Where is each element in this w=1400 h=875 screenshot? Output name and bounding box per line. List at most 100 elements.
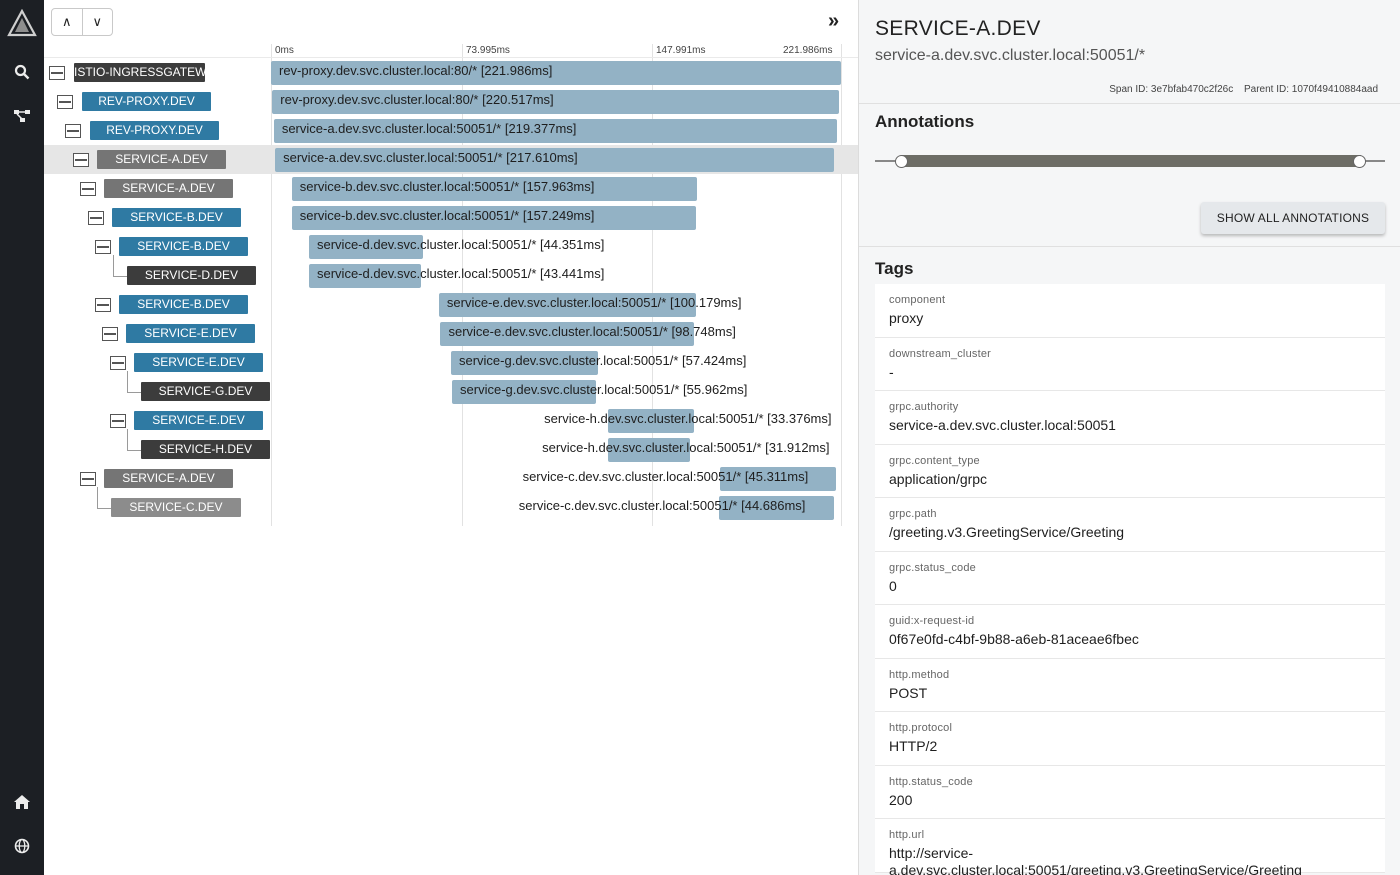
span-row[interactable]: SERVICE-A.DEV service-c.dev.svc.cluster.l… [44,464,858,493]
tag-key: component [889,294,946,306]
span-row[interactable]: SERVICE-D.DEV service-d.dev.svc.cluster.l… [44,255,858,290]
tag-key: http.protocol [889,722,953,734]
span-service-title: SERVICE-A.DEV [875,17,1041,40]
service-name-badge[interactable]: REV-PROXY.DEV [82,92,211,111]
globe-icon[interactable] [0,834,44,858]
span-navigation: ∧ ∨ [51,8,113,36]
service-name-badge[interactable]: SERVICE-D.DEV [127,266,256,285]
span-row[interactable]: SERVICE-A.DEV service-b.dev.svc.cluster.l… [44,174,858,203]
span-label: service-b.dev.svc.cluster.local:50051/* … [299,208,595,223]
tag-value: /greeting.v3.GreetingService/Greeting [889,524,1125,540]
span-row[interactable]: ISTIO-INGRESSGATEWAY rev-proxy.dev.svc.cl… [44,58,858,87]
service-name-badge[interactable]: REV-PROXY.DEV [90,121,219,140]
span-row[interactable]: SERVICE-B.DEV service-d.dev.svc.cluster.l… [44,232,858,261]
span-label: service-h.dev.svc.cluster.local:50051/* … [542,440,830,455]
span-row[interactable]: SERVICE-G.DEV service-g.dev.svc.cluster.l… [44,371,858,406]
service-name-badge[interactable]: SERVICE-A.DEV [104,469,233,488]
span-row[interactable]: SERVICE-H.DEV service-h.dev.svc.cluster.l… [44,429,858,464]
show-all-annotations-button[interactable]: SHOW ALL ANNOTATIONS [1201,202,1385,234]
topology-icon[interactable] [0,104,44,128]
service-name-badge[interactable]: SERVICE-H.DEV [141,440,270,459]
collapse-toggle-icon[interactable] [95,298,111,312]
span-row[interactable]: SERVICE-E.DEV service-g.dev.svc.cluster.l… [44,348,858,377]
tags-heading: Tags [875,259,914,278]
tag-key: guid:x-request-id [889,615,975,627]
annotation-timeline-range [901,155,1361,167]
span-row[interactable]: SERVICE-A.DEV service-a.dev.svc.cluster.l… [44,145,858,174]
tag-key: http.status_code [889,775,973,788]
divider [859,246,1400,247]
collapse-toggle-icon[interactable] [73,153,89,167]
service-name-badge[interactable]: SERVICE-E.DEV [134,411,263,430]
tag-item: grpc.content_type application/grpc [875,444,1385,498]
tree-connector [127,450,141,451]
tag-key: grpc.path [889,508,937,520]
tag-value: service-a.dev.svc.cluster.local:50051 [889,417,1116,433]
span-label: service-h.dev.svc.cluster.local:50051/* … [544,411,832,426]
span-label: rev-proxy.dev.svc.cluster.local:80/* [22… [280,92,554,107]
collapse-details-button[interactable]: » [828,11,839,31]
tag-item: guid:x-request-id 0f67e0fd-c4bf-9b88-a6eb… [875,605,1385,659]
tree-connector [97,508,111,509]
tag-value: application/grpc [889,470,988,487]
service-name-badge[interactable]: SERVICE-E.DEV [126,324,255,343]
service-name-badge[interactable]: SERVICE-B.DEV [119,237,248,256]
collapse-toggle-icon[interactable] [102,327,118,341]
tag-value: 200 [889,791,913,808]
service-name-badge[interactable]: SERVICE-B.DEV [119,295,248,314]
service-name-badge[interactable]: SERVICE-C.DEV [111,498,241,517]
span-label: service-a.dev.svc.cluster.local:50051/* … [283,150,578,165]
span-row[interactable]: SERVICE-B.DEV service-e.dev.svc.cluster.l… [44,290,858,319]
annotations-heading: Annotations [875,112,975,131]
span-row[interactable]: SERVICE-B.DEV service-b.dev.svc.cluster.l… [44,203,858,232]
span-label: service-d.dev.svc.cluster.local:50051/* … [317,266,605,281]
service-name-badge[interactable]: SERVICE-A.DEV [104,179,233,198]
tag-value: HTTP/2 [889,738,938,754]
service-name-badge[interactable]: SERVICE-E.DEV [134,353,263,372]
logo-icon[interactable] [0,8,44,40]
next-span-button[interactable]: ∨ [81,9,113,35]
side-rail [0,0,44,875]
tree-connector [113,255,114,276]
collapse-toggle-icon[interactable] [65,124,81,138]
span-row[interactable]: SERVICE-E.DEV service-h.dev.svc.cluster.l… [44,406,858,435]
span-label: service-d.dev.svc.cluster.local:50051/* … [317,237,605,252]
span-row[interactable]: SERVICE-C.DEV service-c.dev.svc.cluster.l… [44,487,858,522]
tag-key: downstream_cluster [889,347,992,360]
span-row[interactable]: REV-PROXY.DEV rev-proxy.dev.svc.cluster.l… [44,87,858,116]
service-name-badge[interactable]: SERVICE-B.DEV [112,208,241,227]
tag-key: grpc.content_type [889,454,980,467]
span-name: service-a.dev.svc.cluster.local:50051/* [875,47,1146,64]
tree-connector [127,429,128,450]
span-row[interactable]: SERVICE-E.DEV service-e.dev.svc.cluster.l… [44,319,858,348]
tag-item: downstream_cluster - [875,337,1385,391]
collapse-toggle-icon[interactable] [49,66,65,80]
collapse-toggle-icon[interactable] [110,414,126,428]
span-row[interactable]: REV-PROXY.DEV service-a.dev.svc.cluster.l… [44,116,858,145]
axis-tick-label: 0ms [275,45,294,56]
previous-span-button[interactable]: ∧ [52,9,82,35]
collapse-toggle-icon[interactable] [80,182,96,196]
tag-value: 0f67e0fd-c4bf-9b88-a6eb-81aceae6fbec [889,631,1139,647]
service-name-badge[interactable]: ISTIO-INGRESSGATEWAY [74,63,205,82]
service-name-badge[interactable]: SERVICE-G.DEV [141,382,270,401]
tag-key: http.url [889,829,925,841]
collapse-toggle-icon[interactable] [110,356,126,370]
collapse-toggle-icon[interactable] [88,211,104,225]
tags-list: component proxy downstream_cluster - grpc.au… [875,284,1385,875]
home-icon[interactable] [0,790,44,814]
service-name-badge[interactable]: SERVICE-A.DEV [97,150,226,169]
collapse-toggle-icon[interactable] [80,472,96,486]
tag-item: component proxy [875,284,1385,338]
collapse-toggle-icon[interactable] [95,240,111,254]
annotation-start-thumb[interactable] [895,155,908,168]
tree-connector [127,371,128,392]
tree-connector [113,276,127,277]
span-details-panel: SERVICE-A.DEV service-a.dev.svc.cluster.… [858,0,1400,875]
tag-item: http.url http://service-a.dev.svc.cluster… [875,819,1385,875]
collapse-toggle-icon[interactable] [57,95,73,109]
search-icon[interactable] [0,60,44,84]
span-label: service-c.dev.svc.cluster.local:50051/* … [522,469,809,484]
tag-key: http.method [889,668,950,681]
annotation-end-thumb[interactable] [1353,155,1366,168]
